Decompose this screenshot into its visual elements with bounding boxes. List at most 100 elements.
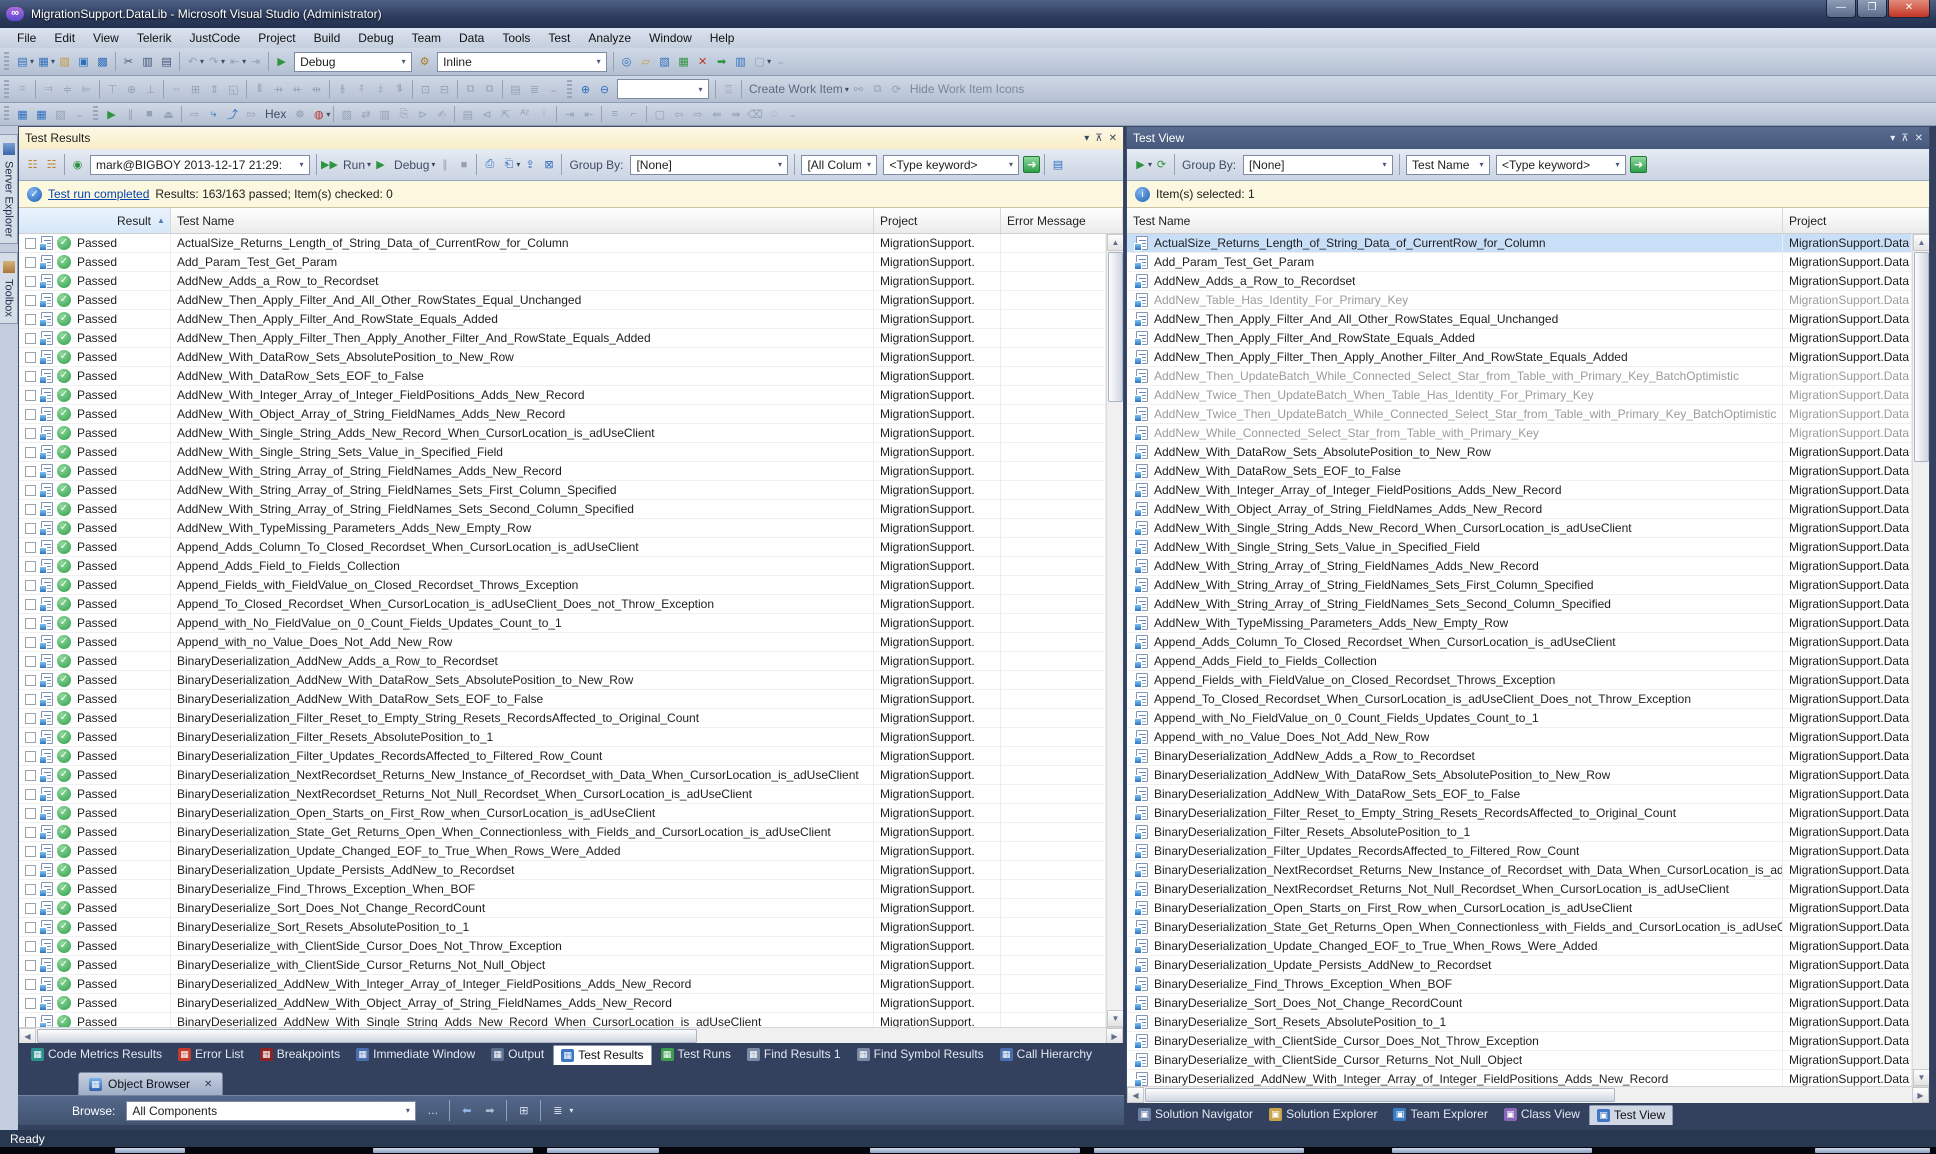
ungroup-icon[interactable]: ⧉: [481, 81, 498, 98]
test-view-row[interactable]: BinaryDeserialized_AddNew_With_Integer_A…: [1127, 1070, 1912, 1086]
filter-column-combo[interactable]: [All Column▾: [801, 155, 877, 175]
align-rights-icon[interactable]: ⊨: [78, 81, 95, 98]
navigate-backward-icon[interactable]: ⇤: [226, 53, 243, 70]
run-checked-tests-icon[interactable]: ▶▶: [321, 156, 338, 173]
toolbox-icon[interactable]: ✕: [694, 53, 711, 70]
pin-icon[interactable]: ⊼: [1901, 133, 1908, 144]
window-position-icon[interactable]: ▾: [1084, 133, 1089, 144]
scroll-up-icon[interactable]: ▲: [1913, 234, 1929, 251]
test-view-row[interactable]: Append_with_No_FieldValue_on_0_Count_Fie…: [1127, 709, 1912, 728]
group-icon[interactable]: ⧉: [462, 81, 479, 98]
copy-icon[interactable]: ▥: [139, 53, 156, 70]
export-results-icon[interactable]: ⎙: [481, 156, 498, 173]
test-result-row[interactable]: ✓PassedAppend_Fields_with_FieldValue_on_…: [19, 576, 1106, 595]
save-all-icon[interactable]: ▩: [94, 53, 111, 70]
import-results-icon[interactable]: ⎗: [500, 156, 517, 173]
view-code-icon[interactable]: ⎘: [395, 106, 412, 123]
horizontal-spacing-remove-icon[interactable]: ⇹: [308, 81, 325, 98]
tab-code-metrics-results[interactable]: ▦Code Metrics Results: [24, 1045, 169, 1064]
test-result-row[interactable]: ✓PassedAddNew_With_Integer_Array_of_Inte…: [19, 386, 1106, 405]
row-checkbox[interactable]: [25, 922, 36, 933]
apply-filter-icon[interactable]: ➜: [1023, 156, 1040, 173]
align-middles-icon[interactable]: ⊕: [123, 81, 140, 98]
toolbar-overflow-icon[interactable]: ₌: [71, 106, 88, 123]
scroll-down-icon[interactable]: ▼: [1913, 1069, 1929, 1086]
test-view-row[interactable]: AddNew_With_Object_Array_of_String_Field…: [1127, 500, 1912, 519]
solution-configuration-combo[interactable]: Debug▾: [294, 52, 412, 72]
zoom-out-icon[interactable]: ⊖: [596, 81, 613, 98]
test-result-row[interactable]: ✓PassedAddNew_With_DataRow_Sets_Absolute…: [19, 348, 1106, 367]
test-view-title-bar[interactable]: Test View ▾ ⊼ ✕: [1127, 127, 1929, 149]
menu-item-edit[interactable]: Edit: [45, 29, 84, 47]
test-view-row[interactable]: BinaryDeserialize_Find_Throws_Exception_…: [1127, 975, 1912, 994]
test-view-row[interactable]: BinaryDeserialization_State_Get_Returns_…: [1127, 918, 1912, 937]
list-view-icon[interactable]: ☷: [24, 156, 41, 173]
apply-filter-icon[interactable]: ➜: [1630, 156, 1647, 173]
row-checkbox[interactable]: [25, 485, 36, 496]
test-view-row[interactable]: BinaryDeserialize_with_ClientSide_Cursor…: [1127, 1051, 1912, 1070]
test-result-row[interactable]: ✓PassedBinaryDeserialization_AddNew_Adds…: [19, 652, 1106, 671]
test-results-horizontal-scrollbar[interactable]: ◀ ▶: [19, 1027, 1123, 1044]
test-result-row[interactable]: ✓PassedAddNew_Adds_a_Row_to_RecordsetMig…: [19, 272, 1106, 291]
test-view-row[interactable]: AddNew_Then_UpdateBatch_While_Connected_…: [1127, 367, 1912, 386]
menu-item-justcode[interactable]: JustCode: [181, 29, 250, 47]
test-view-row[interactable]: Append_Adds_Field_to_Fields_CollectionMi…: [1127, 652, 1912, 671]
connection-icon[interactable]: ◉: [69, 156, 86, 173]
make-same-height-icon[interactable]: ⇕: [206, 81, 223, 98]
column-header-test-name[interactable]: Test Name: [1127, 208, 1783, 233]
test-result-row[interactable]: ✓PassedBinaryDeserialized_AddNew_With_Si…: [19, 1013, 1106, 1027]
test-view-row[interactable]: AddNew_With_String_Array_of_String_Field…: [1127, 595, 1912, 614]
row-checkbox[interactable]: [25, 314, 36, 325]
test-result-row[interactable]: ✓PassedBinaryDeserialize_with_ClientSide…: [19, 956, 1106, 975]
test-result-row[interactable]: ✓PassedBinaryDeserialize_Sort_Does_Not_C…: [19, 899, 1106, 918]
test-view-row[interactable]: BinaryDeserialization_Update_Persists_Ad…: [1127, 956, 1912, 975]
test-result-row[interactable]: ✓PassedAddNew_With_String_Array_of_Strin…: [19, 500, 1106, 519]
test-view-row[interactable]: AddNew_Then_Apply_Filter_And_All_Other_R…: [1127, 310, 1912, 329]
send-to-back-icon[interactable]: ⊟: [436, 81, 453, 98]
tab-error-list[interactable]: ▦Error List: [171, 1045, 251, 1064]
test-result-row[interactable]: ✓PassedBinaryDeserialization_Update_Pers…: [19, 861, 1106, 880]
attach-icon[interactable]: ⚙: [416, 53, 433, 70]
test-result-row[interactable]: ✓PassedAdd_Param_Test_Get_ParamMigration…: [19, 253, 1106, 272]
taskbar-button[interactable]: [547, 1148, 659, 1153]
row-checkbox[interactable]: [25, 580, 36, 591]
run-to-cursor-icon[interactable]: ⇰: [243, 106, 260, 123]
run-query-icon[interactable]: ⊳: [414, 106, 431, 123]
row-checkbox[interactable]: [25, 884, 36, 895]
test-result-row[interactable]: ✓PassedBinaryDeserialized_AddNew_With_Ob…: [19, 994, 1106, 1013]
object-browser-settings-icon[interactable]: ≣: [549, 1102, 566, 1119]
taskbar-button[interactable]: [870, 1148, 1080, 1153]
test-view-row[interactable]: AddNew_With_Integer_Array_of_Integer_Fie…: [1127, 481, 1912, 500]
row-checkbox[interactable]: [25, 789, 36, 800]
test-view-row[interactable]: AddNew_Then_Apply_Filter_Then_Apply_Anot…: [1127, 348, 1912, 367]
test-result-row[interactable]: ✓PassedAddNew_With_String_Array_of_Strin…: [19, 481, 1106, 500]
test-view-row[interactable]: AddNew_With_DataRow_Sets_AbsolutePositio…: [1127, 443, 1912, 462]
scroll-right-icon[interactable]: ▶: [1912, 1087, 1929, 1103]
menu-item-team[interactable]: Team: [403, 29, 450, 47]
row-checkbox[interactable]: [25, 371, 36, 382]
horizontal-spacing-equal-icon[interactable]: ⫴: [251, 81, 268, 98]
stop-icon[interactable]: ■: [141, 106, 158, 123]
run-tests-icon[interactable]: ▶: [103, 106, 120, 123]
group-by-icon[interactable]: ⫶: [535, 106, 552, 123]
test-view-row[interactable]: BinaryDeserialize_with_ClientSide_Cursor…: [1127, 1032, 1912, 1051]
start-page-icon[interactable]: ▥: [732, 53, 749, 70]
zoom-level-combo[interactable]: ▾: [617, 79, 709, 99]
new-test-list-icon[interactable]: ▦: [33, 106, 50, 123]
row-checkbox[interactable]: [25, 257, 36, 268]
toolbar-overflow-icon[interactable]: ₌: [545, 81, 562, 98]
window-position-icon[interactable]: ▾: [1890, 133, 1895, 144]
taskbar-button[interactable]: [373, 1148, 533, 1153]
property-pages-icon[interactable]: ≣: [526, 81, 543, 98]
test-results-vertical-scrollbar[interactable]: ▲ ▼: [1106, 234, 1123, 1027]
scroll-up-icon[interactable]: ▲: [1107, 234, 1123, 251]
row-checkbox[interactable]: [25, 675, 36, 686]
test-result-row[interactable]: ✓PassedBinaryDeserialization_Filter_Rese…: [19, 709, 1106, 728]
test-result-row[interactable]: ✓PassedAddNew_With_TypeMissing_Parameter…: [19, 519, 1106, 538]
test-result-row[interactable]: ✓PassedBinaryDeserialization_Update_Chan…: [19, 842, 1106, 861]
zoom-in-icon[interactable]: ⊕: [577, 81, 594, 98]
create-work-item-button[interactable]: Create Work Item: [749, 82, 843, 96]
criteria-pane-icon[interactable]: ⇱: [497, 106, 514, 123]
test-result-row[interactable]: ✓PassedAddNew_Then_Apply_Filter_And_All_…: [19, 291, 1106, 310]
new-project-icon[interactable]: ▤: [14, 53, 31, 70]
